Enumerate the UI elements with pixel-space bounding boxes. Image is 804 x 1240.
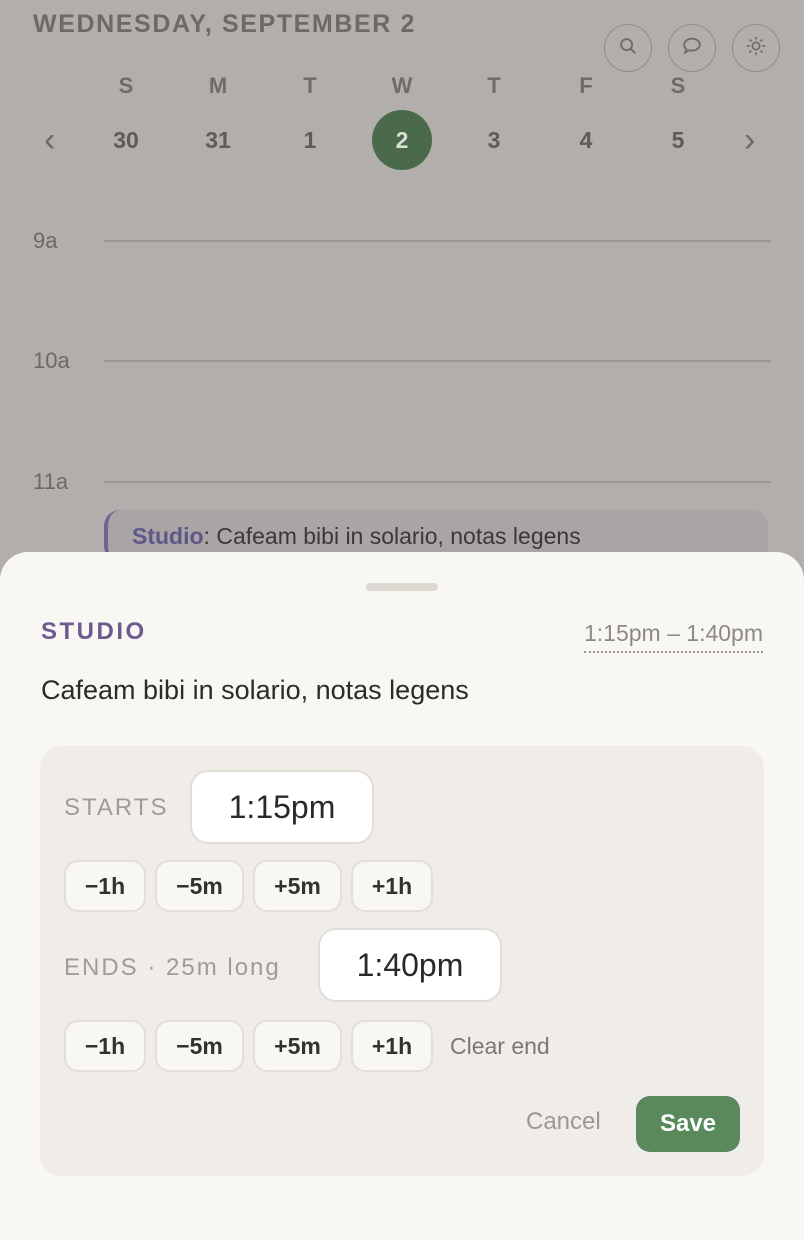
start-plus-5m-button[interactable]: +5m — [253, 860, 342, 912]
end-minus-1h-button[interactable]: −1h — [64, 1020, 146, 1072]
hour-label: 11a — [33, 469, 69, 494]
day-number: 31 — [205, 127, 231, 153]
brightness-button[interactable] — [732, 24, 780, 72]
prev-week-button[interactable]: ‹ — [44, 120, 55, 160]
day-of-week-label: T — [303, 73, 317, 98]
day-number: 5 — [671, 127, 685, 153]
hour-label: 10a — [33, 348, 70, 373]
day-number: 1 — [303, 127, 317, 153]
day-monday[interactable]: M 31 — [188, 70, 248, 170]
end-minus-5m-button[interactable]: −5m — [155, 1020, 244, 1072]
start-minus-1h-button[interactable]: −1h — [64, 860, 146, 912]
chat-button[interactable] — [668, 24, 716, 72]
hour-divider — [104, 360, 771, 362]
day-of-week-label: S — [118, 73, 134, 98]
brightness-icon — [745, 35, 767, 62]
end-time-field[interactable]: 1:40pm — [318, 928, 502, 1002]
day-friday[interactable]: F 4 — [556, 70, 616, 170]
event-time-range[interactable]: 1:15pm – 1:40pm — [583, 620, 763, 653]
day-sunday[interactable]: S 30 — [96, 70, 156, 170]
day-tuesday[interactable]: T 1 — [280, 70, 340, 170]
page-title: WEDNESDAY, SEPTEMBER 2 — [33, 10, 416, 38]
day-of-week-label: W — [391, 73, 413, 98]
day-of-week-label: F — [579, 73, 593, 98]
event-category-label: STUDIO — [41, 618, 147, 645]
event-category: Studio — [132, 523, 204, 549]
ends-label: ENDS · 25m long — [64, 954, 281, 981]
cancel-button[interactable]: Cancel — [526, 1108, 601, 1136]
day-number: 3 — [487, 127, 501, 153]
start-time-field[interactable]: 1:15pm — [190, 770, 374, 844]
starts-label: STARTS — [64, 794, 169, 821]
event-edit-sheet: STUDIO 1:15pm – 1:40pm Cafeam bibi in so… — [0, 552, 804, 1240]
day-saturday[interactable]: S 5 — [648, 70, 708, 170]
start-plus-1h-button[interactable]: +1h — [351, 860, 433, 912]
day-of-week-label: T — [487, 73, 501, 98]
clear-end-button[interactable]: Clear end — [450, 1033, 550, 1060]
hour-label: 9a — [33, 228, 58, 253]
sheet-drag-handle[interactable] — [366, 583, 438, 591]
start-adjust-buttons: −1h −5m +5m +1h — [64, 860, 433, 912]
event-title: Cafeam bibi in solario, notas legens — [41, 675, 469, 705]
toolbar — [604, 24, 780, 72]
day-thursday[interactable]: T 3 — [464, 70, 524, 170]
start-minus-5m-button[interactable]: −5m — [155, 860, 244, 912]
day-of-week-label: S — [670, 73, 686, 98]
day-number: 30 — [113, 127, 139, 153]
event-title: Cafeam bibi in solario, notas legens — [209, 523, 581, 549]
time-editor-panel: STARTS 1:15pm −1h −5m +5m +1h ENDS · 25m… — [40, 746, 764, 1176]
day-of-week-label: M — [208, 73, 228, 98]
hour-divider — [104, 481, 771, 483]
end-adjust-buttons: −1h −5m +5m +1h Clear end — [64, 1020, 550, 1072]
save-button[interactable]: Save — [636, 1096, 740, 1152]
selected-day-number: 2 — [372, 110, 432, 170]
day-wednesday-selected[interactable]: W 2 — [372, 70, 432, 170]
week-strip: ‹ S 30 M 31 T 1 W 2 T 3 F 4 S 5 › — [0, 70, 804, 180]
end-plus-1h-button[interactable]: +1h — [351, 1020, 433, 1072]
search-button[interactable] — [604, 24, 652, 72]
chat-icon — [681, 35, 703, 62]
next-week-button[interactable]: › — [744, 120, 755, 160]
day-number: 4 — [579, 127, 593, 153]
search-icon — [617, 35, 639, 62]
end-plus-5m-button[interactable]: +5m — [253, 1020, 342, 1072]
hour-divider — [104, 240, 771, 242]
